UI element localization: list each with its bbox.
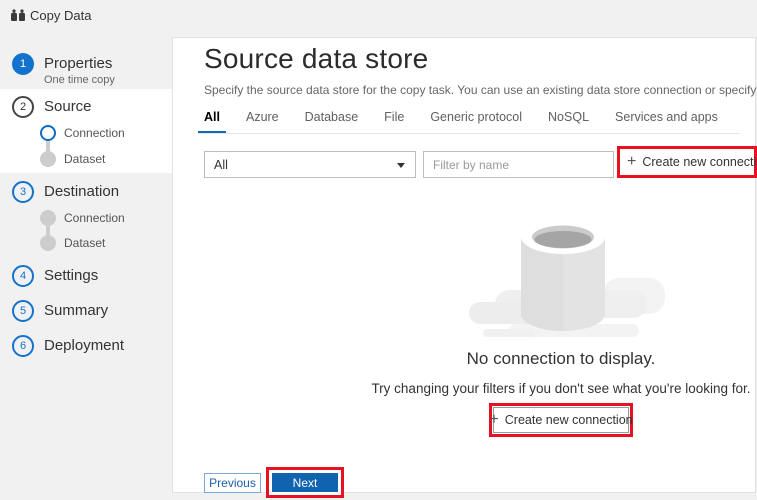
destination-dataset-dot [40, 235, 56, 251]
tab-generic-protocol[interactable]: Generic protocol [424, 110, 528, 133]
create-new-connection-label: Create new connection [505, 413, 633, 427]
next-button[interactable]: Next [272, 473, 338, 492]
destination-connection-dot [40, 210, 56, 226]
sidebar-item-source[interactable]: Source [44, 98, 92, 115]
sidebar-item-destination[interactable]: Destination [44, 183, 119, 200]
step-4-badge[interactable]: 4 [12, 265, 34, 287]
connector-type-dropdown[interactable]: All [204, 151, 416, 178]
wizard-sidebar: 1 Properties One time copy 2 Source Conn… [0, 0, 172, 500]
annotation-highlight-next: Next [266, 467, 344, 498]
caret-down-icon [397, 163, 405, 168]
sidebar-item-properties[interactable]: Properties [44, 55, 112, 72]
empty-state-hint: Try changing your filters if you don't s… [331, 381, 757, 396]
step-2-badge[interactable]: 2 [12, 96, 34, 118]
annotation-highlight-create-bottom: + Create new connection [489, 403, 633, 437]
plus-icon: + [489, 412, 498, 428]
sidebar-item-source-connection[interactable]: Connection [64, 126, 125, 140]
create-new-connection-button-empty-state[interactable]: + Create new connection [493, 407, 629, 433]
source-data-store-panel: Source data store Specify the source dat… [172, 37, 756, 493]
sidebar-item-destination-dataset[interactable]: Dataset [64, 236, 105, 250]
annotation-highlight-create-top: + Create new connection [617, 146, 757, 178]
page-title: Source data store [204, 43, 428, 75]
step-6-badge[interactable]: 6 [12, 335, 34, 357]
tab-database[interactable]: Database [299, 110, 365, 133]
sidebar-item-destination-connection[interactable]: Connection [64, 211, 125, 225]
step-5-badge[interactable]: 5 [12, 300, 34, 322]
step-3-badge[interactable]: 3 [12, 181, 34, 203]
database-cylinder-illustration [453, 202, 673, 352]
filter-by-name-input[interactable] [423, 151, 614, 178]
source-connection-dot [40, 125, 56, 141]
properties-sublabel: One time copy [44, 74, 115, 86]
tab-file[interactable]: File [378, 110, 410, 133]
create-new-connection-button[interactable]: + Create new connection [620, 149, 754, 175]
page-description: Specify the source data store for the co… [204, 83, 757, 97]
step-1-badge[interactable]: 1 [12, 53, 34, 75]
tab-services-and-apps[interactable]: Services and apps [609, 110, 724, 133]
tab-azure[interactable]: Azure [240, 110, 285, 133]
empty-state-title: No connection to display. [361, 349, 757, 369]
sidebar-item-settings[interactable]: Settings [44, 267, 98, 284]
tab-nosql[interactable]: NoSQL [542, 110, 595, 133]
source-dataset-dot [40, 151, 56, 167]
sidebar-item-source-dataset[interactable]: Dataset [64, 152, 105, 166]
plus-icon: + [627, 154, 636, 170]
sidebar-item-deployment[interactable]: Deployment [44, 337, 124, 354]
tab-all[interactable]: All [198, 110, 226, 133]
previous-button[interactable]: Previous [204, 473, 261, 493]
dropdown-selected-value: All [214, 158, 228, 172]
sidebar-item-summary[interactable]: Summary [44, 302, 108, 319]
category-tabs: All Azure Database File Generic protocol… [198, 104, 740, 134]
create-new-connection-label: Create new connection [642, 155, 757, 169]
